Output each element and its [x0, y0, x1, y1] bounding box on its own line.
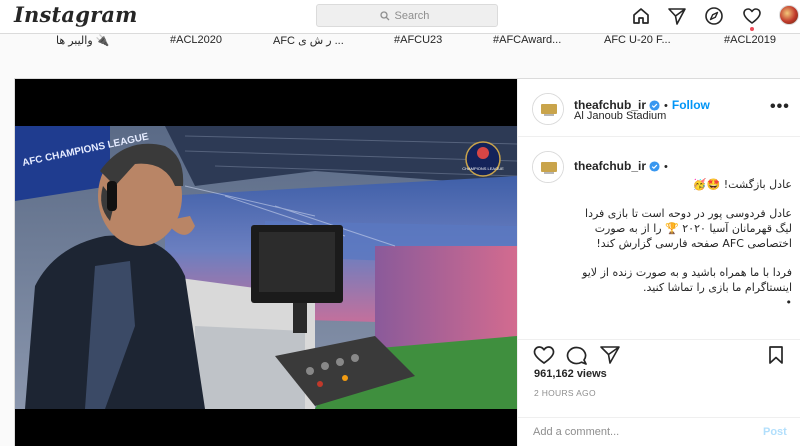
search-icon [379, 10, 389, 20]
post-details-panel: theafchub_ir • Follow Al Janoub Stadium ••… [517, 79, 800, 446]
notification-dot [750, 27, 754, 31]
activity-heart-icon[interactable] [741, 5, 763, 27]
caption-line: • [785, 296, 793, 309]
share-icon[interactable] [598, 344, 622, 366]
direct-icon[interactable] [666, 5, 688, 27]
post-location[interactable]: Al Janoub Stadium [574, 110, 666, 122]
caption-text: عادل بازگشت! 🤩🥳 عادل فردوسی پور در دوحه … [574, 177, 792, 310]
top-nav: Instagram [0, 0, 800, 34]
profile-avatar[interactable] [779, 5, 799, 25]
search-box[interactable] [316, 4, 498, 27]
caption-author-avatar[interactable] [532, 151, 564, 183]
instagram-logo[interactable]: Instagram [14, 2, 138, 27]
action-bar [518, 339, 800, 365]
hashtag-item[interactable]: #ACL2019 [724, 34, 776, 46]
like-heart-icon[interactable] [532, 344, 556, 366]
hashtag-strip: واليبر ها 🔌 #ACL2020 AFC ر ش ی ... #AFCU… [0, 34, 800, 48]
comment-input[interactable] [533, 426, 733, 438]
post-comment-button[interactable]: Post [763, 426, 787, 438]
comment-bubble-icon[interactable] [565, 344, 589, 366]
video-frame: AFC CHAMPIONS LEAGUE CHAMPIONS LEAGUE [15, 126, 517, 409]
post-timestamp[interactable]: 2 HOURS AGO [534, 388, 596, 398]
champions-league-logo-text: CHAMPIONS LEAGUE [462, 166, 504, 171]
follow-button[interactable]: Follow [672, 98, 710, 112]
comment-box: Post [518, 417, 800, 446]
more-options-icon[interactable]: ••• [770, 98, 790, 116]
post-header: theafchub_ir • Follow Al Janoub Stadium ••… [518, 79, 800, 137]
home-icon[interactable] [630, 5, 652, 27]
caption-line: عادل بازگشت! 🤩🥳 [692, 178, 792, 191]
caption-line: عادل فردوسی پور در دوحه است تا بازی فردا… [585, 207, 792, 250]
hashtag-item[interactable]: AFC U-20 F... [604, 34, 671, 46]
hashtag-item[interactable]: #ACL2020 [170, 34, 222, 46]
author-avatar[interactable] [532, 93, 564, 125]
hashtag-item[interactable]: واليبر ها 🔌 [56, 34, 109, 47]
hashtag-item[interactable]: AFC ر ش ی ... [273, 34, 344, 47]
caption-username[interactable]: theafchub_ir [574, 159, 646, 173]
save-bookmark-icon[interactable] [764, 344, 788, 366]
post-media[interactable]: AFC CHAMPIONS LEAGUE CHAMPIONS LEAGUE [15, 79, 517, 446]
view-count[interactable]: 961,162 views [534, 368, 607, 380]
post-card: AFC CHAMPIONS LEAGUE CHAMPIONS LEAGUE th… [14, 78, 800, 446]
verified-badge-icon [649, 161, 660, 172]
search-input[interactable] [394, 9, 435, 22]
caption-line: فردا با ما همراه باشید و به صورت زنده از… [582, 266, 792, 294]
separator-dot: • [664, 161, 668, 173]
video-player[interactable]: AFC CHAMPIONS LEAGUE CHAMPIONS LEAGUE [15, 126, 517, 409]
hashtag-item[interactable]: #AFCAward... [493, 34, 561, 46]
explore-icon[interactable] [703, 5, 725, 27]
hashtag-item[interactable]: #AFCU23 [394, 34, 442, 46]
caption-author-line: theafchub_ir • [574, 157, 672, 175]
